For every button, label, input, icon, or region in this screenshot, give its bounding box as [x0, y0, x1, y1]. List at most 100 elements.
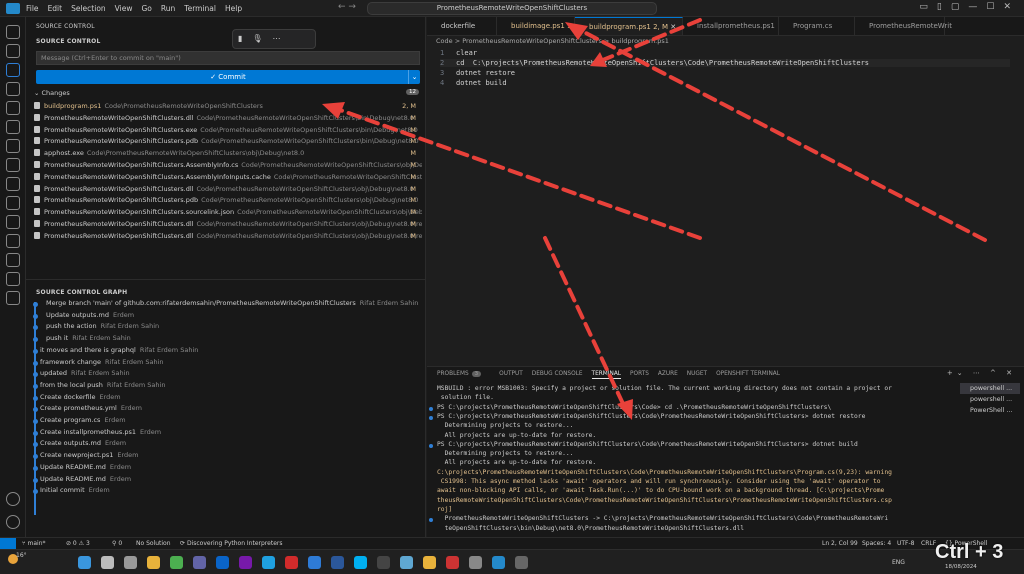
commit-dropdown-icon[interactable]: ⌄ — [408, 70, 420, 84]
kubernetes-icon[interactable] — [6, 196, 20, 210]
run-debug-icon[interactable] — [6, 82, 20, 96]
change-item[interactable]: PrometheusRemoteWriteOpenShiftClusters.d… — [34, 220, 422, 231]
ports-status[interactable]: ⚲ 0 — [112, 540, 122, 547]
task-view-icon[interactable] — [124, 556, 137, 569]
menu-item-file[interactable]: File — [26, 4, 39, 13]
change-item[interactable]: PrometheusRemoteWriteOpenShiftClusters.A… — [34, 161, 422, 172]
snip-icon[interactable] — [446, 556, 459, 569]
panel-tab-debug-console[interactable]: DEBUG CONSOLE — [532, 371, 583, 377]
panel-tab-ports[interactable]: PORTS — [630, 371, 649, 377]
close-tab-icon[interactable]: ✕ — [668, 23, 676, 31]
change-item[interactable]: PrometheusRemoteWriteOpenShiftClusters.d… — [34, 184, 422, 196]
chrome-icon[interactable] — [170, 556, 183, 569]
notepad-icon[interactable] — [400, 556, 413, 569]
todo-icon[interactable] — [308, 556, 321, 569]
nav-arrows-icon[interactable]: ← → — [338, 2, 356, 12]
graph-commit[interactable]: push it Rifat Erdem Sahin — [46, 334, 426, 345]
word-icon[interactable] — [331, 556, 344, 569]
menu-item-terminal[interactable]: Terminal — [184, 4, 216, 13]
graph-commit[interactable]: push the action Rifat Erdem Sahin — [46, 322, 426, 333]
changes-header[interactable]: ⌄ Changes — [34, 89, 70, 97]
terminal-command-decoration[interactable] — [429, 443, 433, 448]
terminal-instance[interactable]: powershell ... — [960, 383, 1020, 394]
solution-status[interactable]: No Solution — [136, 540, 171, 547]
menu-item-help[interactable]: Help — [225, 4, 242, 13]
change-item[interactable]: PrometheusRemoteWriteOpenShiftClusters.e… — [34, 125, 422, 137]
github-icon[interactable] — [6, 234, 20, 248]
change-item[interactable]: PrometheusRemoteWriteOpenShiftClusters.d… — [34, 231, 422, 243]
settings-icon[interactable] — [469, 556, 482, 569]
panel-tab-nuget[interactable]: NUGET — [687, 371, 707, 377]
change-item[interactable]: PrometheusRemoteWriteOpenShiftClusters.d… — [34, 113, 422, 125]
graph-commit[interactable]: Initial commit Erdem — [40, 486, 420, 497]
windows-start-icon[interactable] — [78, 556, 91, 569]
graph-commit[interactable]: Update README.md Erdem — [40, 463, 420, 474]
graph-commit[interactable]: Update outputs.md Erdem — [46, 311, 426, 322]
testing-icon[interactable] — [6, 139, 20, 153]
eol-status[interactable]: CRLF — [921, 540, 936, 547]
file-explorer-icon[interactable] — [147, 556, 160, 569]
folder-icon[interactable] — [423, 556, 436, 569]
change-item[interactable]: PrometheusRemoteWriteOpenShiftClusters.A… — [34, 172, 422, 184]
editor-tab[interactable]: buildprogram.ps1 2, M ✕ — [575, 17, 683, 35]
input-language[interactable]: ENG — [892, 559, 905, 566]
panel-tab-openshift-terminal[interactable]: OPENSHIFT TERMINAL — [716, 371, 780, 377]
search-icon[interactable] — [6, 44, 20, 58]
graph-commit[interactable]: Merge branch 'main' of github.com:rifate… — [46, 299, 426, 310]
helm-icon[interactable] — [6, 272, 20, 286]
voice-toolbar[interactable]: ▮🎙⋯ — [232, 29, 316, 49]
acrobat-icon[interactable] — [285, 556, 298, 569]
source-control-icon[interactable] — [6, 63, 20, 77]
app-icon[interactable] — [515, 556, 528, 569]
terminal-command-decoration[interactable] — [429, 518, 433, 523]
remote-indicator[interactable] — [0, 538, 16, 549]
onenote-icon[interactable] — [239, 556, 252, 569]
window-controls[interactable]: ▭▯▢—☐✕ — [919, 2, 1020, 12]
editor-tab[interactable]: Program.cs — [779, 17, 855, 35]
edge-icon[interactable] — [262, 556, 275, 569]
panel-tab-output[interactable]: OUTPUT — [499, 371, 523, 377]
graph-commit[interactable]: Update README.md Erdem — [40, 475, 420, 486]
graph-commit[interactable]: from the local push Rifat Erdem Sahin — [40, 381, 420, 392]
editor-tab[interactable]: dockerfile — [427, 17, 497, 35]
graph-commit[interactable]: framework change Rifat Erdem Sahin — [40, 358, 420, 369]
panel-tab-azure[interactable]: AZURE — [658, 371, 678, 377]
code-line[interactable]: 2 cd C:\projects\PrometheusRemoteWriteOpe… — [440, 59, 1010, 67]
graph-commit[interactable]: updated Rifat Erdem Sahin — [40, 369, 420, 380]
docker-icon[interactable] — [6, 158, 20, 172]
graph-commit[interactable]: Create program.cs Erdem — [40, 416, 420, 427]
vscode-taskbar-icon[interactable] — [492, 556, 505, 569]
change-item[interactable]: PrometheusRemoteWriteOpenShiftClusters.p… — [34, 137, 422, 148]
graph-section-header[interactable]: SOURCE CONTROL GRAPH — [36, 289, 127, 296]
remote-explorer-icon[interactable] — [6, 120, 20, 134]
source-control-section-header[interactable]: SOURCE CONTROL — [36, 38, 100, 45]
terminal-command-decoration[interactable] — [429, 415, 433, 420]
editor-tab[interactable]: installprometheus.ps1 — [683, 17, 779, 35]
graph-commit[interactable]: it moves and there is graphql Rifat Erdem… — [40, 346, 420, 357]
graph-commit[interactable]: Create prometheus.yml Erdem — [40, 404, 420, 415]
code-line[interactable]: 4 dotnet build — [440, 79, 507, 87]
terminal-command-decoration[interactable] — [429, 406, 433, 411]
commit-message-input[interactable]: Message (Ctrl+Enter to commit on "main") — [36, 51, 420, 65]
change-item[interactable]: apphost.exe Code\PrometheusRemoteWriteOpe… — [34, 149, 422, 160]
panel-tab-problems[interactable]: PROBLEMS 3 — [437, 371, 490, 377]
problems-status[interactable]: ⊘ 0 ⚠ 3 — [66, 540, 90, 547]
terminal-instance[interactable]: powershell ... — [960, 394, 1020, 405]
menu-item-view[interactable]: View — [115, 4, 133, 13]
azure-icon[interactable] — [6, 177, 20, 191]
editor-tab[interactable]: buildimage.ps1 1 — [497, 17, 575, 35]
graph-commit[interactable]: Create dockerfile Erdem — [40, 393, 420, 404]
explorer-icon[interactable] — [6, 25, 20, 39]
code-line[interactable]: 3 dotnet restore — [440, 69, 515, 77]
menu-item-edit[interactable]: Edit — [48, 4, 63, 13]
terminal-icon[interactable] — [377, 556, 390, 569]
graph-commit[interactable]: Create outputs.md Erdem — [40, 439, 420, 450]
menu-item-run[interactable]: Run — [161, 4, 175, 13]
code-line[interactable]: 1 clear — [440, 49, 477, 57]
terminal-instance[interactable]: PowerShell ... — [960, 405, 1020, 416]
copilot-icon[interactable] — [6, 253, 20, 267]
commit-button[interactable]: ✓ Commit ⌄ — [36, 70, 420, 84]
encoding-status[interactable]: UTF-8 — [897, 540, 915, 547]
search-icon[interactable] — [101, 556, 114, 569]
extensions-icon[interactable] — [6, 101, 20, 115]
